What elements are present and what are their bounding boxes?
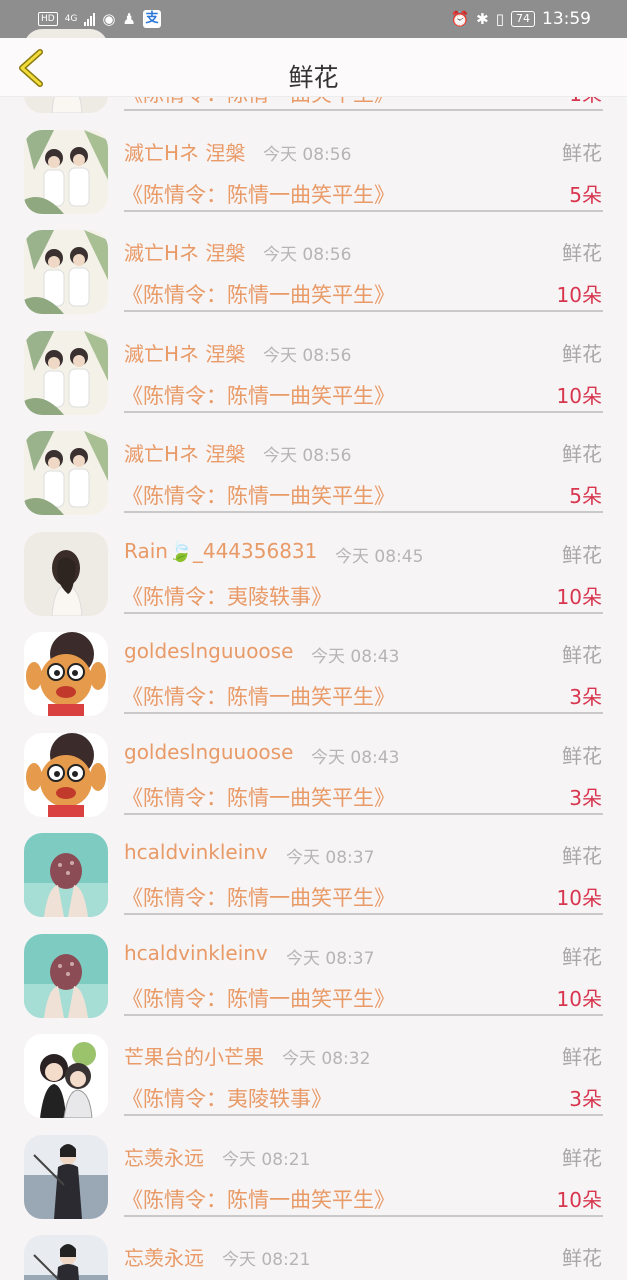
avatar[interactable] bbox=[24, 1034, 108, 1118]
divider bbox=[124, 209, 603, 212]
gift-time: 今天 08:56 bbox=[263, 245, 352, 265]
flower-count: 10朵 bbox=[556, 886, 602, 910]
gift-time: 今天 08:32 bbox=[282, 1049, 371, 1069]
gift-time: 今天 08:43 bbox=[311, 647, 400, 667]
sender-name: hcaldvinkleinv bbox=[124, 940, 268, 965]
divider bbox=[124, 611, 603, 614]
list-item[interactable]: 芒果台的小芒果 今天 08:32 鲜花 《陈情令：夷陵轶事》 3朵 bbox=[0, 1025, 627, 1126]
divider bbox=[124, 1013, 603, 1016]
sender-name: 滅亡Hネ 涅槃 bbox=[124, 241, 246, 265]
gift-type: 鲜花 bbox=[562, 542, 602, 567]
avatar[interactable] bbox=[24, 833, 108, 917]
work-title[interactable]: 《陈情令：陈情一曲笑平生》 bbox=[122, 882, 395, 912]
divider bbox=[124, 812, 603, 815]
work-title[interactable]: 《陈情令：陈情一曲笑平生》 bbox=[122, 179, 395, 209]
sender-name: 忘羡永远 bbox=[124, 1145, 204, 1170]
sender-name: Rain🍃_444356831 bbox=[124, 538, 318, 563]
list-item[interactable]: 滅亡Hネ 涅槃 今天 08:56 鲜花 《陈情令：陈情一曲笑平生》 10朵 bbox=[0, 221, 627, 322]
gift-type: 鲜花 bbox=[562, 341, 602, 366]
work-title[interactable]: 《陈情令：陈情一曲笑平生》 bbox=[122, 1184, 395, 1214]
sender-name: hcaldvinkleinv bbox=[124, 840, 268, 864]
sender-name: 滅亡Hネ 涅槃 bbox=[124, 140, 246, 165]
work-title[interactable]: 《陈情令：陈情一曲笑平生》 bbox=[122, 480, 395, 510]
avatar[interactable] bbox=[24, 330, 108, 415]
sender-name: 滅亡Hネ 涅槃 bbox=[124, 341, 246, 366]
list-item[interactable]: 忘羡永远 今天 08:21 鲜花 bbox=[0, 1226, 627, 1280]
divider bbox=[124, 410, 603, 413]
gift-time: 今天 08:37 bbox=[286, 848, 375, 868]
gift-time: 今天 08:37 bbox=[286, 948, 375, 969]
gift-time: 今天 08:56 bbox=[263, 345, 352, 366]
avatar[interactable] bbox=[24, 1235, 108, 1280]
gift-type: 鲜花 bbox=[562, 241, 602, 265]
work-title[interactable]: 《陈情令：陈情一曲笑平生》 bbox=[122, 782, 395, 812]
list-item[interactable]: 滅亡Hネ 涅槃 今天 08:56 鲜花 《陈情令：陈情一曲笑平生》 5朵 bbox=[0, 422, 627, 523]
avatar[interactable] bbox=[24, 431, 108, 515]
page-title: 鲜花 bbox=[288, 63, 339, 92]
flower-count: 10朵 bbox=[556, 986, 602, 1011]
flower-record-list: 《陈情令：陈情一曲笑平生》 1朵 滅亡Hネ 涅槃 今天 08:56 鲜花 《陈情… bbox=[0, 20, 627, 1280]
list-item[interactable]: hcaldvinkleinv 今天 08:37 鲜花 《陈情令：陈情一曲笑平生》… bbox=[0, 925, 627, 1026]
avatar[interactable] bbox=[24, 933, 108, 1018]
sender-name: 芒果台的小芒果 bbox=[124, 1045, 264, 1069]
list-item[interactable]: Rain🍃_444356831 今天 08:45 鲜花 《陈情令：夷陵轶事》 1… bbox=[0, 523, 627, 624]
gift-type: 鲜花 bbox=[562, 844, 602, 868]
gift-time: 今天 08:45 bbox=[335, 546, 424, 567]
gift-time: 今天 08:21 bbox=[222, 1250, 311, 1270]
list-item[interactable]: 滅亡Hネ 涅槃 今天 08:56 鲜花 《陈情令：陈情一曲笑平生》 10朵 bbox=[0, 322, 627, 423]
sender-name: 忘羡永远 bbox=[124, 1246, 204, 1270]
gift-type: 鲜花 bbox=[562, 1045, 602, 1069]
flower-count: 5朵 bbox=[569, 182, 602, 207]
list-item[interactable]: goldeslnguuoose 今天 08:43 鲜花 《陈情令：陈情一曲笑平生… bbox=[0, 724, 627, 825]
gift-type: 鲜花 bbox=[562, 442, 602, 466]
divider bbox=[124, 712, 603, 714]
divider bbox=[124, 109, 603, 111]
avatar[interactable] bbox=[24, 632, 108, 716]
flower-count: 3朵 bbox=[569, 785, 602, 810]
avatar[interactable] bbox=[24, 531, 108, 616]
flower-count: 5朵 bbox=[569, 484, 602, 508]
flower-count: 10朵 bbox=[556, 383, 602, 408]
divider bbox=[124, 1214, 603, 1217]
gift-type: 鲜花 bbox=[562, 643, 602, 667]
avatar[interactable] bbox=[24, 129, 108, 214]
gift-type: 鲜花 bbox=[562, 944, 602, 969]
divider bbox=[124, 511, 603, 513]
list-item[interactable]: hcaldvinkleinv 今天 08:37 鲜花 《陈情令：陈情一曲笑平生》… bbox=[0, 824, 627, 925]
gift-time: 今天 08:56 bbox=[263, 446, 352, 466]
avatar[interactable] bbox=[24, 732, 108, 817]
flower-count: 3朵 bbox=[569, 685, 602, 709]
avatar[interactable] bbox=[24, 1134, 108, 1219]
list-item[interactable]: goldeslnguuoose 今天 08:43 鲜花 《陈情令：陈情一曲笑平生… bbox=[0, 623, 627, 724]
gift-time: 今天 08:21 bbox=[222, 1149, 311, 1170]
work-title[interactable]: 《陈情令：陈情一曲笑平生》 bbox=[122, 279, 395, 309]
flower-count: 10朵 bbox=[556, 584, 602, 609]
divider bbox=[124, 310, 603, 312]
gift-type: 鲜花 bbox=[562, 1145, 602, 1170]
work-title[interactable]: 《陈情令：陈情一曲笑平生》 bbox=[122, 983, 395, 1013]
work-title[interactable]: 《陈情令：陈情一曲笑平生》 bbox=[122, 380, 395, 410]
list-item[interactable]: 滅亡Hネ 涅槃 今天 08:56 鲜花 《陈情令：陈情一曲笑平生》 5朵 bbox=[0, 121, 627, 222]
avatar[interactable] bbox=[24, 230, 108, 314]
work-title[interactable]: 《陈情令：夷陵轶事》 bbox=[122, 581, 332, 611]
gift-time: 今天 08:43 bbox=[311, 747, 400, 768]
sender-name: 滅亡Hネ 涅槃 bbox=[124, 442, 246, 466]
sender-name: goldeslnguuoose bbox=[124, 639, 294, 663]
work-title[interactable]: 《陈情令：陈情一曲笑平生》 bbox=[122, 681, 395, 711]
list-item[interactable]: 忘羡永远 今天 08:21 鲜花 《陈情令：陈情一曲笑平生》 10朵 bbox=[0, 1126, 627, 1227]
work-title[interactable]: 《陈情令：夷陵轶事》 bbox=[122, 1083, 332, 1113]
flower-count: 10朵 bbox=[556, 1187, 602, 1212]
gift-time: 今天 08:56 bbox=[263, 144, 352, 165]
sender-name: goldeslnguuoose bbox=[124, 739, 294, 764]
flower-count: 10朵 bbox=[556, 283, 602, 307]
gift-type: 鲜花 bbox=[562, 1246, 602, 1270]
divider bbox=[124, 913, 603, 915]
flower-count: 3朵 bbox=[569, 1087, 602, 1111]
gift-type: 鲜花 bbox=[562, 743, 602, 768]
gift-type: 鲜花 bbox=[562, 140, 602, 165]
divider bbox=[124, 1114, 603, 1116]
app-header: 鲜花 bbox=[0, 38, 627, 96]
